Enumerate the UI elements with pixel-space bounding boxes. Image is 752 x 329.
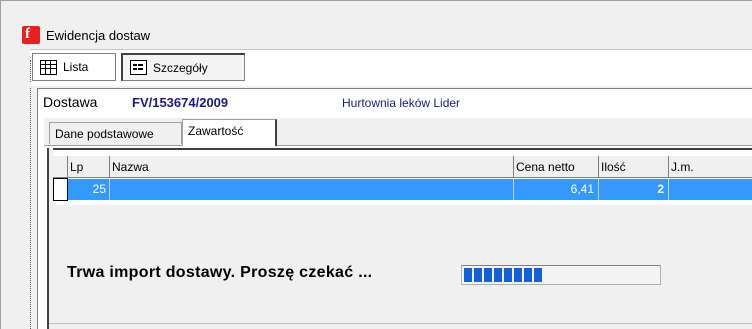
cell-nazwa[interactable] [110, 179, 514, 200]
dostawa-label: Dostawa [43, 94, 98, 110]
tab-szczegoly[interactable]: Szczegóły [121, 53, 245, 81]
form-icon [130, 60, 147, 75]
splitter-handle[interactable] [30, 60, 31, 82]
progress-chunk [514, 268, 522, 282]
row-indicator[interactable] [53, 178, 68, 201]
progress-chunk [524, 268, 532, 282]
progress-chunk [494, 268, 502, 282]
tab-lista[interactable]: Lista [32, 53, 116, 81]
progress-message: Trwa import dostawy. Proszę czekać ... [67, 264, 373, 281]
cell-ilosc[interactable]: 2 [599, 179, 669, 200]
supplier-name: Hurtownia leków Lider [342, 96, 461, 110]
app-logo-icon: f [22, 26, 40, 44]
progress-chunk [474, 268, 482, 282]
left-splitter[interactable] [30, 88, 34, 329]
progress-bar [461, 265, 661, 285]
row-indicator-header [53, 156, 68, 178]
tab-divider [44, 145, 752, 146]
tab-dane-podstawowe[interactable]: Dane podstawowe [49, 122, 182, 144]
column-header-lp[interactable]: Lp [68, 156, 110, 178]
column-header-jm[interactable]: J.m. [669, 156, 752, 178]
tab-lista-label: Lista [63, 60, 89, 74]
cell-jm[interactable] [669, 179, 752, 200]
cell-cena-netto[interactable]: 6,41 [514, 179, 599, 200]
grid-icon [40, 59, 57, 75]
window-title: Ewidencja dostaw [46, 28, 151, 43]
column-header-ilosc[interactable]: Ilość [599, 156, 669, 178]
cell-lp[interactable]: 25 [68, 179, 110, 200]
progress-chunk [464, 268, 472, 282]
grid-empty-area [49, 205, 752, 260]
progress-chunk [534, 268, 542, 282]
delivery-number: FV/153674/2009 [132, 95, 229, 110]
progress-chunk [484, 268, 492, 282]
tab-zawartosc[interactable]: Zawartość [182, 119, 277, 146]
column-header-cena-netto[interactable]: Cena netto [514, 156, 599, 178]
tab-szczegoly-label: Szczegóły [153, 60, 208, 75]
column-header-nazwa[interactable]: Nazwa [110, 156, 514, 178]
bottom-divider [49, 323, 752, 324]
progress-chunk [504, 268, 512, 282]
